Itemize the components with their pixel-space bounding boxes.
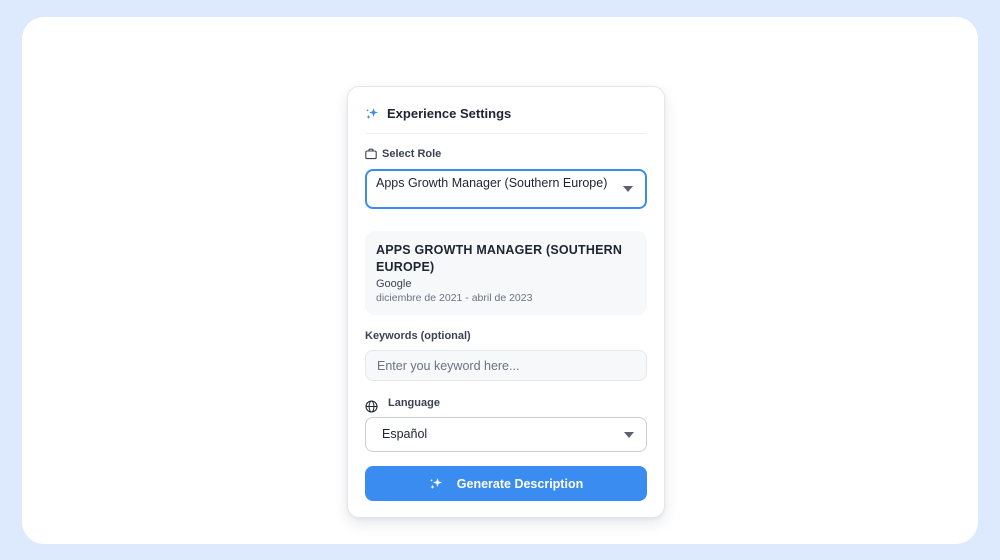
role-info-title: APPS GROWTH MANAGER (SOUTHERN EUROPE) [376, 243, 623, 274]
keywords-input[interactable] [365, 350, 647, 381]
role-info-dates: diciembre de 2021 - abril de 2023 [376, 292, 533, 304]
select-role-label: Select Role [382, 148, 442, 160]
role-select[interactable]: Apps Growth Manager (Southern Europe) [365, 169, 647, 209]
language-label-row: Language [365, 397, 647, 413]
generate-description-label: Generate Description [456, 476, 584, 491]
experience-settings-card: Experience Settings Select Role Apps Gro… [347, 86, 665, 518]
select-role-label-row: Select Role [365, 148, 441, 160]
role-info-panel: APPS GROWTH MANAGER (SOUTHERN EUROPE) Go… [365, 231, 647, 315]
language-label: Language [388, 397, 440, 409]
role-select-value: Apps Growth Manager (Southern Europe) [376, 176, 608, 190]
caret-down-icon [624, 431, 634, 438]
caret-down-icon [623, 186, 633, 192]
sparkles-icon [365, 107, 379, 121]
sparkles-icon [429, 477, 443, 491]
keywords-label: Keywords (optional) [365, 330, 471, 342]
card-header: Experience Settings [365, 105, 645, 134]
role-info-company: Google [376, 278, 412, 290]
generate-description-button[interactable]: Generate Description [365, 466, 647, 501]
language-select-value: Español [382, 427, 428, 441]
app-frame: Experience Settings Select Role Apps Gro… [22, 17, 978, 544]
language-select[interactable]: Español [365, 417, 647, 452]
briefcase-icon [365, 148, 377, 160]
globe-icon [365, 400, 378, 413]
card-title: Experience Settings [387, 106, 512, 121]
